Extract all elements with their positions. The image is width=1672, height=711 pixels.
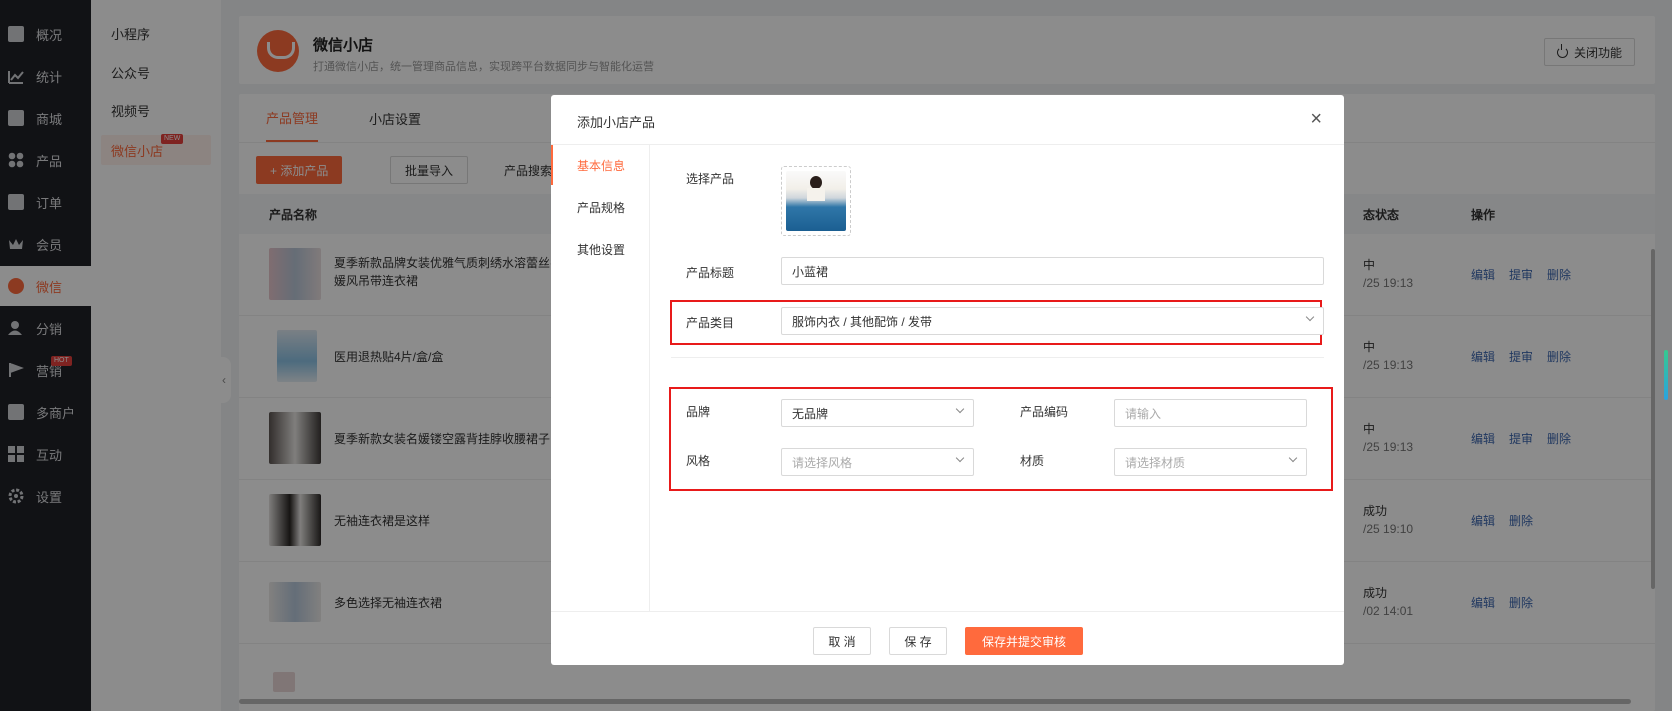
close-icon[interactable]: × [1310, 109, 1322, 129]
brand-select[interactable]: 无品牌 [781, 399, 974, 427]
title-label: 产品标题 [686, 266, 735, 280]
product-image [786, 171, 846, 231]
material-select[interactable]: 请选择材质 [1114, 448, 1307, 476]
save-button[interactable]: 保 存 [889, 627, 947, 655]
modal-tab-specs[interactable]: 产品规格 [551, 187, 650, 227]
modal-title: 添加小店产品 [577, 115, 656, 130]
modal-tab-basic-info[interactable]: 基本信息 [551, 145, 650, 185]
code-label: 产品编码 [1020, 405, 1069, 419]
chevron-down-icon [955, 404, 965, 414]
category-select[interactable]: 服饰内衣 / 其他配饰 / 发带 [781, 307, 1324, 335]
select-product-label: 选择产品 [686, 172, 735, 186]
cancel-button[interactable]: 取 消 [813, 627, 871, 655]
chevron-down-icon [1305, 312, 1315, 322]
category-label: 产品类目 [686, 316, 735, 330]
code-input[interactable]: 请输入 [1114, 399, 1307, 427]
side-widget[interactable] [1664, 350, 1668, 400]
modal-nav: 基本信息 产品规格 其他设置 [551, 145, 650, 611]
material-label: 材质 [1020, 454, 1045, 468]
product-image-picker[interactable] [781, 166, 851, 236]
chevron-down-icon [1288, 453, 1298, 463]
save-and-submit-button[interactable]: 保存并提交审核 [965, 627, 1083, 655]
brand-label: 品牌 [686, 405, 711, 419]
modal-tab-other-settings[interactable]: 其他设置 [551, 229, 650, 269]
chevron-down-icon [955, 453, 965, 463]
modal-footer-divider [551, 611, 1344, 612]
section-divider [671, 357, 1324, 358]
style-label: 风格 [686, 454, 711, 468]
add-product-modal: 添加小店产品 × 基本信息 产品规格 其他设置 选择产品 产品标题 小蓝裙 产品… [551, 95, 1344, 665]
title-input[interactable]: 小蓝裙 [781, 257, 1324, 285]
modal-header-divider [551, 144, 1344, 145]
style-select[interactable]: 请选择风格 [781, 448, 974, 476]
